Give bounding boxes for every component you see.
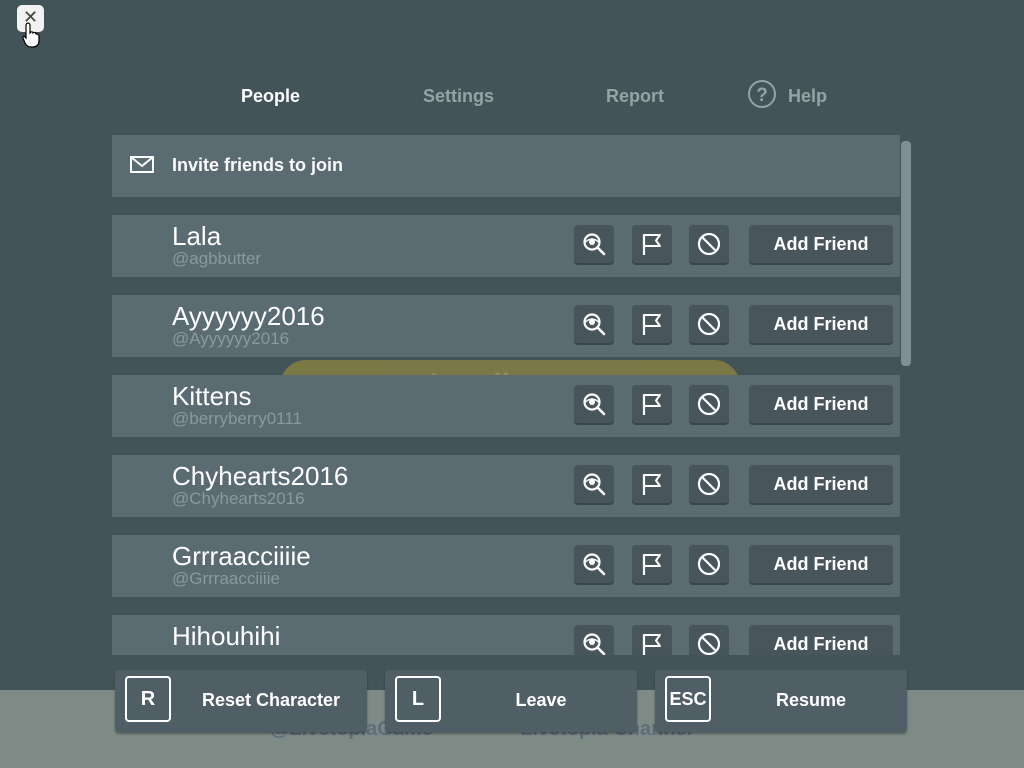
tab-people[interactable]: People [241, 86, 300, 107]
inspect-player-button[interactable] [574, 465, 614, 503]
player-row: Lala @agbbutter Add Friend [112, 215, 900, 277]
player-display-name: Chyhearts2016 [172, 461, 349, 491]
player-row: Grrraacciiiie @Grrraacciiiie Add Friend [112, 535, 900, 597]
hand-cursor-icon [22, 22, 40, 48]
add-friend-button[interactable]: Add Friend [749, 305, 893, 343]
add-friend-button[interactable]: Add Friend [749, 465, 893, 503]
add-friend-button[interactable]: Add Friend [749, 385, 893, 423]
player-row: Hihouhihi Add Friend [112, 615, 900, 655]
resume-button[interactable]: ESC Resume [655, 670, 907, 732]
tab-settings[interactable]: Settings [423, 86, 494, 107]
reset-character-label: Reset Character [201, 690, 341, 710]
keycap-l: L [395, 676, 441, 722]
player-display-name: Lala [172, 221, 222, 251]
player-username: @berryberry0111 [172, 409, 303, 428]
reset-character-button[interactable]: R Reset Character [115, 670, 367, 732]
scrollbar[interactable] [901, 141, 911, 366]
leave-label: Leave [515, 690, 567, 710]
flag-player-button[interactable] [632, 385, 672, 423]
inspect-player-button[interactable] [574, 305, 614, 343]
inspect-player-button[interactable] [574, 545, 614, 583]
player-display-name: Kittens [172, 381, 252, 411]
flag-player-button[interactable] [632, 465, 672, 503]
people-list: Invite friends to join Lala @agbbutter Add… [112, 135, 902, 655]
add-friend-button[interactable]: Add Friend [749, 545, 893, 583]
player-display-name: Ayyyyyy2016 [172, 301, 325, 331]
player-username: @agbbutter [172, 249, 262, 268]
block-player-button[interactable] [689, 545, 729, 583]
tab-help[interactable]: Help [788, 86, 827, 107]
block-player-button[interactable] [689, 385, 729, 423]
envelope-icon [130, 156, 154, 173]
tab-report[interactable]: Report [606, 86, 664, 107]
flag-player-button[interactable] [632, 545, 672, 583]
keycap-r: R [125, 676, 171, 722]
player-display-name: Hihouhihi [172, 621, 281, 651]
player-username: @Grrraacciiiie [172, 569, 280, 588]
player-row: Chyhearts2016 @Chyhearts2016 Add Friend [112, 455, 900, 517]
block-player-button[interactable] [689, 305, 729, 343]
tab-bar: People Settings Report ? Help [0, 80, 1024, 116]
keycap-esc: ESC [665, 676, 711, 722]
flag-player-button[interactable] [632, 305, 672, 343]
leave-button[interactable]: L Leave [385, 670, 637, 732]
player-username: @Ayyyyyy2016 [172, 329, 290, 348]
add-friend-button[interactable]: Add Friend [749, 225, 893, 263]
player-row: Kittens @berryberry0111 Add Friend [112, 375, 900, 437]
block-player-button[interactable] [689, 225, 729, 263]
player-row: Ayyyyyy2016 @Ayyyyyy2016 Add Friend [112, 295, 900, 357]
flag-player-button[interactable] [632, 225, 672, 263]
resume-label: Resume [775, 690, 847, 710]
inspect-player-button[interactable] [574, 385, 614, 423]
player-display-name: Grrraacciiiie [172, 541, 311, 571]
add-friend-button[interactable]: Add Friend [749, 625, 893, 655]
inspect-player-button[interactable] [574, 225, 614, 263]
invite-label: Invite friends to join [172, 155, 344, 175]
block-player-button[interactable] [689, 625, 729, 655]
invite-friends-button[interactable]: Invite friends to join [112, 135, 900, 197]
inspect-player-button[interactable] [574, 625, 614, 655]
block-player-button[interactable] [689, 465, 729, 503]
player-username: @Chyhearts2016 [172, 489, 305, 508]
flag-player-button[interactable] [632, 625, 672, 655]
question-circle-icon[interactable]: ? [748, 80, 776, 108]
